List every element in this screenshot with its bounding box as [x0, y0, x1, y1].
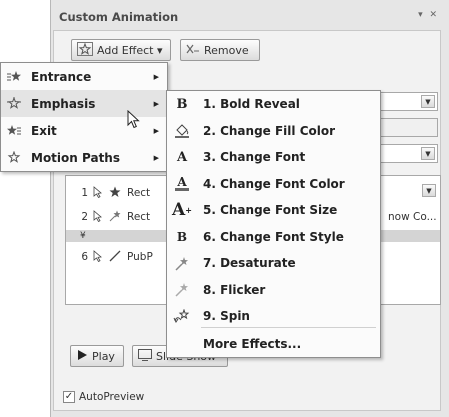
play-icon: [76, 349, 88, 364]
remove-icon: [186, 43, 200, 58]
desaturate-star-icon: [167, 256, 197, 271]
remove-label: Remove: [204, 43, 249, 57]
submenu-item-label: 6. Change Font Style: [203, 229, 344, 244]
menu-item-label: Emphasis: [31, 96, 96, 111]
motion-path-icon: [109, 250, 121, 265]
checkmark-icon: ✓: [63, 391, 75, 403]
add-effect-button[interactable]: Add Effect ▾: [71, 39, 171, 61]
emphasis-star-icon: [109, 186, 121, 201]
submenu-item-change-font-size[interactable]: A + 5. Change Font Size: [167, 197, 380, 224]
chevron-down-icon: ▼: [421, 147, 435, 160]
yellow-star-icon: [1, 96, 27, 111]
item-name: Rect: [127, 187, 151, 199]
paint-bucket-icon: [167, 123, 197, 139]
submenu-item-desaturate[interactable]: 7. Desaturate: [167, 250, 380, 277]
color-bar-icon: [175, 187, 189, 191]
submenu-item-flicker[interactable]: 8. Flicker: [167, 277, 380, 304]
pane-title: Custom Animation: [59, 10, 179, 24]
plus-icon: +: [185, 205, 192, 216]
play-button[interactable]: Play: [70, 345, 124, 367]
submenu-item-change-fill-color[interactable]: 2. Change Fill Color: [167, 118, 380, 145]
submenu-arrow-icon: ▶: [153, 153, 159, 162]
submenu-arrow-icon: ▶: [153, 72, 159, 81]
menu-item-label: Exit: [31, 123, 57, 138]
mouse-click-icon: [91, 249, 103, 265]
remove-button[interactable]: Remove: [180, 39, 260, 61]
bold-b-icon: B: [176, 96, 188, 112]
submenu-item-change-font-style[interactable]: B 6. Change Font Style: [167, 224, 380, 251]
chevron-down-icon: ▼: [421, 95, 435, 108]
mouse-cursor-icon: [127, 109, 140, 133]
play-label: Play: [92, 349, 115, 363]
font-size-glyph: A: [172, 200, 186, 221]
autopreview-label: AutoPreview: [79, 391, 145, 403]
chevron-down-icon[interactable]: ▼: [422, 184, 436, 197]
font-size-a-icon: A +: [167, 200, 197, 220]
submenu-item-label: 2. Change Fill Color: [203, 123, 336, 138]
menu-item-exit[interactable]: Exit ▶: [1, 117, 167, 144]
item-detail-text: now Co...: [388, 211, 437, 223]
submenu-arrow-icon: ▶: [153, 99, 159, 108]
submenu-item-label: 1. Bold Reveal: [203, 97, 300, 112]
green-star-icon: [1, 70, 27, 84]
submenu-item-bold-reveal[interactable]: B 1. Bold Reveal: [167, 91, 380, 118]
menu-item-label: Entrance: [31, 69, 92, 84]
slideshow-icon: [138, 348, 152, 364]
menu-item-emphasis[interactable]: Emphasis ▶: [1, 90, 167, 117]
font-a-icon: A: [176, 149, 188, 165]
mouse-click-icon: [91, 185, 103, 201]
emphasis-submenu: B 1. Bold Reveal 2. Change Fill Color A …: [166, 90, 381, 358]
red-star-icon: [1, 124, 27, 138]
autopreview-checkbox[interactable]: ✓ AutoPreview: [63, 391, 144, 403]
submenu-item-label: More Effects...: [203, 337, 302, 352]
submenu-arrow-icon: ▶: [153, 126, 159, 135]
font-color-a-icon: A: [167, 174, 197, 191]
item-name: Rect: [127, 211, 151, 223]
pane-controls[interactable]: ▾ ✕: [418, 10, 439, 20]
outline-star-icon: [1, 150, 27, 165]
add-effect-label: Add Effect ▾: [97, 43, 163, 57]
menu-item-entrance[interactable]: Entrance ▶: [1, 63, 167, 90]
desaturate-star-icon: [109, 210, 121, 225]
item-number: 6: [81, 251, 88, 263]
submenu-item-change-font[interactable]: A 3. Change Font: [167, 144, 380, 171]
submenu-item-label: 5. Change Font Size: [203, 203, 338, 218]
spin-icon: [167, 308, 197, 324]
menu-separator: [201, 327, 376, 328]
flicker-star-icon: [167, 282, 197, 297]
menu-item-motion-paths[interactable]: Motion Paths ▶: [1, 144, 167, 171]
submenu-item-more-effects[interactable]: More Effects...: [167, 331, 380, 358]
submenu-item-label: 7. Desaturate: [203, 256, 296, 271]
item-number: 1: [81, 187, 88, 199]
submenu-item-label: 9. Spin: [203, 309, 250, 324]
font-style-b-icon: B: [176, 229, 188, 244]
submenu-item-label: 8. Flicker: [203, 282, 266, 297]
submenu-item-label: 3. Change Font: [203, 150, 306, 165]
font-color-glyph: A: [177, 174, 187, 189]
menu-item-label: Motion Paths: [31, 150, 120, 165]
add-effect-icon: [77, 41, 93, 59]
mouse-click-icon: [91, 209, 103, 225]
expand-chevron-icon[interactable]: ¥: [80, 231, 86, 241]
item-name: PubP: [127, 251, 153, 263]
item-number: 2: [81, 211, 88, 223]
submenu-item-spin[interactable]: 9. Spin: [167, 303, 380, 330]
add-effect-menu: Entrance ▶ Emphasis ▶ Exit ▶ Motion Path…: [0, 62, 168, 172]
submenu-item-change-font-color[interactable]: A 4. Change Font Color: [167, 171, 380, 198]
submenu-item-label: 4. Change Font Color: [203, 176, 345, 191]
